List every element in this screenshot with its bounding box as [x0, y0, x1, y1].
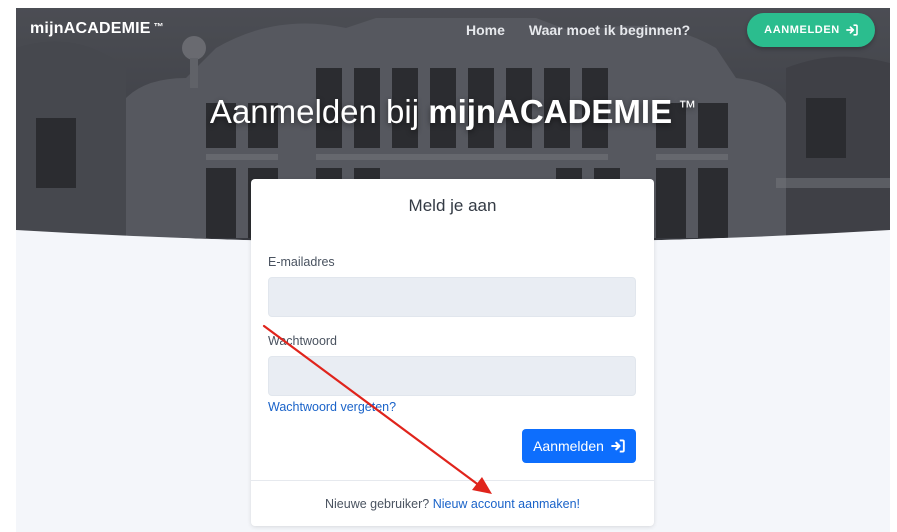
nav-getting-started[interactable]: Waar moet ik beginnen?: [529, 22, 690, 38]
page-title: Aanmelden bij mijnACADEMIE ™: [16, 93, 890, 131]
new-user-row: Nieuwe gebruiker? Nieuw account aanmaken…: [251, 497, 654, 511]
nav-home[interactable]: Home: [466, 22, 505, 38]
email-field[interactable]: [268, 277, 636, 317]
title-brand: mijnACADEMIE: [428, 93, 673, 130]
top-nav: Home Waar moet ik beginnen?: [466, 22, 690, 38]
sign-in-icon: [611, 439, 625, 453]
password-field[interactable]: [268, 356, 636, 396]
login-submit-button[interactable]: Aanmelden: [522, 429, 636, 463]
header-login-label: AANMELDEN: [764, 24, 840, 36]
password-label: Wachtwoord: [268, 334, 338, 348]
brand-name: mijnACADEMIE: [30, 20, 151, 37]
login-card: Meld je aan E-mailadres Wachtwoord Wacht…: [251, 179, 654, 526]
browser-viewport: mijnACADEMIE ™ Home Waar moet ik beginnen…: [16, 8, 890, 532]
new-account-link[interactable]: Nieuw account aanmaken!: [433, 497, 580, 511]
sign-in-icon: [845, 24, 858, 36]
card-divider: [251, 480, 654, 481]
login-card-title: Meld je aan: [408, 196, 497, 215]
login-submit-label: Aanmelden: [533, 438, 604, 454]
forgot-password-link[interactable]: Wachtwoord vergeten?: [268, 400, 396, 414]
brand-logo[interactable]: mijnACADEMIE ™: [30, 20, 164, 38]
title-trademark: ™: [678, 97, 697, 117]
new-user-text: Nieuwe gebruiker?: [324, 497, 430, 511]
title-prefix: Aanmelden bij: [209, 93, 420, 130]
header-login-button[interactable]: AANMELDEN: [747, 13, 875, 47]
email-label: E-mailadres: [268, 255, 335, 269]
brand-trademark: ™: [153, 22, 164, 33]
